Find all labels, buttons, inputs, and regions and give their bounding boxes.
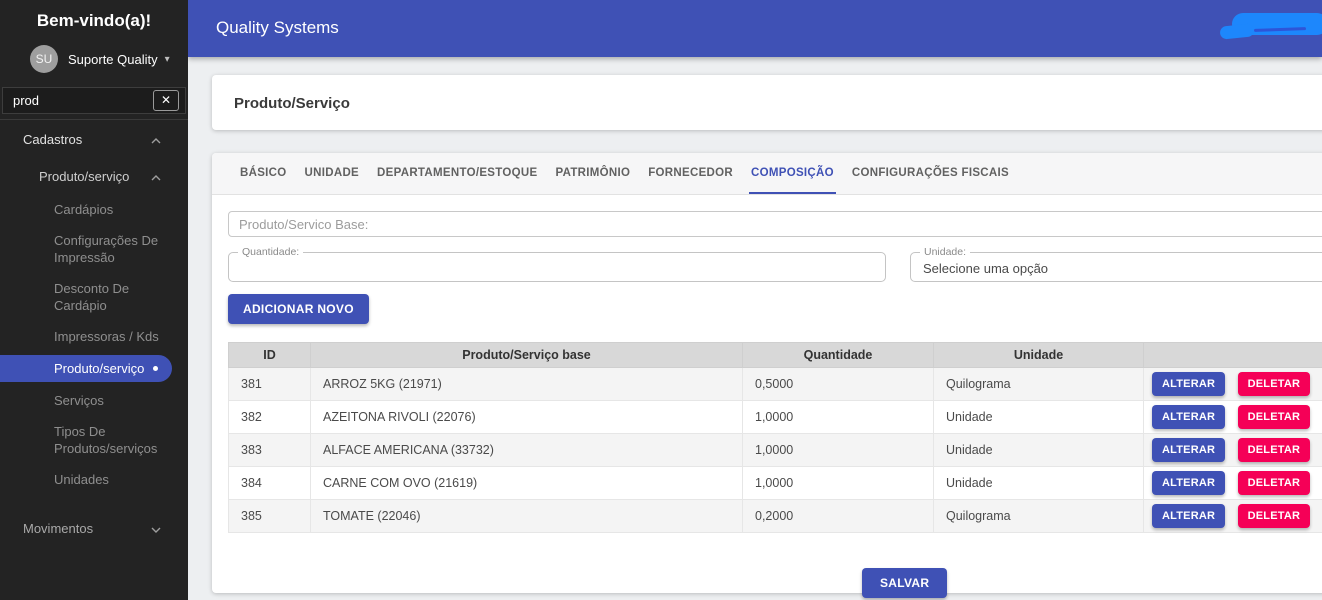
cell-quantidade: 0,2000	[742, 499, 934, 533]
deletar-button[interactable]: DELETAR	[1237, 438, 1311, 462]
table-row: 383 ALFACE AMERICANA (33732) 1,0000 Unid…	[228, 433, 1322, 467]
col-header-actions	[1143, 342, 1322, 368]
tab-patrimonio[interactable]: PATRIMÔNIO	[553, 153, 632, 194]
sidebar-section-movimentos[interactable]: Movimentos	[0, 509, 188, 548]
avatar: SU	[30, 45, 58, 73]
produto-servico-base-input[interactable]	[228, 211, 1322, 237]
sidebar-item-impressoras-kds[interactable]: Impressoras / Kds	[0, 321, 188, 352]
main-area: Produto/Serviço BÁSICO UNIDADE DEPARTAME…	[188, 57, 1322, 600]
cell-produto: ALFACE AMERICANA (33732)	[310, 433, 743, 467]
cell-unidade: Unidade	[933, 400, 1144, 434]
cell-quantidade: 1,0000	[742, 400, 934, 434]
table-row: 384 CARNE COM OVO (21619) 1,0000 Unidade…	[228, 466, 1322, 500]
cell-unidade: Quilograma	[933, 499, 1144, 533]
tab-bar: BÁSICO UNIDADE DEPARTAMENTO/ESTOQUE PATR…	[212, 153, 1322, 195]
redaction-scribble	[1232, 13, 1322, 35]
sidebar-item-desconto-de-cardapio[interactable]: Desconto De Cardápio	[0, 273, 188, 321]
cell-produto: TOMATE (22046)	[310, 499, 743, 533]
group-label: Produto/serviço	[39, 169, 130, 184]
sidebar: Bem-vindo(a)! SU Suporte Quality ▾ ✕ Cad…	[0, 0, 188, 600]
cell-id: 384	[228, 466, 311, 500]
cell-unidade: Unidade	[933, 433, 1144, 467]
clear-search-button[interactable]: ✕	[153, 90, 179, 111]
cell-quantidade: 1,0000	[742, 433, 934, 467]
sidebar-item-unidades[interactable]: Unidades	[0, 464, 188, 495]
table-header-row: ID Produto/Serviço base Quantidade Unida…	[228, 342, 1322, 368]
user-name: Suporte Quality	[68, 51, 158, 67]
chevron-down-icon: ▾	[164, 53, 170, 65]
col-header-quantidade: Quantidade	[742, 342, 934, 368]
deletar-button[interactable]: DELETAR	[1237, 405, 1311, 429]
cell-unidade: Unidade	[933, 466, 1144, 500]
sidebar-item-servicos[interactable]: Serviços	[0, 385, 188, 416]
col-header-unidade: Unidade	[933, 342, 1144, 368]
col-header-id: ID	[228, 342, 311, 368]
tab-configuracoes-fiscais[interactable]: CONFIGURAÇÕES FISCAIS	[850, 153, 1011, 194]
alterar-button[interactable]: ALTERAR	[1152, 471, 1226, 495]
alterar-button[interactable]: ALTERAR	[1152, 504, 1226, 528]
quantidade-label: Quantidade:	[238, 246, 304, 258]
table-row: 382 AZEITONA RIVOLI (22076) 1,0000 Unida…	[228, 400, 1322, 434]
chevron-up-icon	[151, 132, 161, 147]
alterar-button[interactable]: ALTERAR	[1152, 372, 1226, 396]
user-menu[interactable]: SU Suporte Quality ▾	[0, 31, 188, 83]
cell-id: 382	[228, 400, 311, 434]
sidebar-item-tipos-de-produtos-servicos[interactable]: Tipos De Produtos/serviços	[0, 416, 188, 464]
tab-composicao[interactable]: COMPOSIÇÃO	[749, 153, 836, 194]
cell-quantidade: 0,5000	[742, 367, 934, 401]
page-title-card: Produto/Serviço	[212, 75, 1322, 130]
content-card: BÁSICO UNIDADE DEPARTAMENTO/ESTOQUE PATR…	[212, 153, 1322, 598]
chevron-down-icon	[151, 521, 161, 536]
quantidade-input[interactable]	[229, 253, 885, 281]
deletar-button[interactable]: DELETAR	[1237, 504, 1311, 528]
active-item-label: Produto/serviço	[54, 361, 145, 376]
welcome-title: Bem-vindo(a)!	[36, 11, 152, 30]
cell-id: 383	[228, 433, 311, 467]
topbar: Quality Systems	[188, 0, 1322, 57]
cell-produto: ARROZ 5KG (21971)	[310, 367, 743, 401]
tab-basico[interactable]: BÁSICO	[238, 153, 289, 194]
tab-unidade[interactable]: UNIDADE	[303, 153, 362, 194]
tab-departamento-estoque[interactable]: DEPARTAMENTO/ESTOQUE	[375, 153, 539, 194]
cell-produto: CARNE COM OVO (21619)	[310, 466, 743, 500]
active-dot-icon	[153, 366, 158, 371]
section-label: Movimentos	[23, 521, 94, 536]
cell-quantidade: 1,0000	[742, 466, 934, 500]
table-row: 385 TOMATE (22046) 0,2000 Quilograma ALT…	[228, 499, 1322, 533]
chevron-up-icon	[151, 169, 161, 184]
app-title: Quality Systems	[216, 18, 339, 37]
composicao-table: ID Produto/Serviço base Quantidade Unida…	[228, 342, 1322, 533]
table-row: 381 ARROZ 5KG (21971) 0,5000 Quilograma …	[228, 367, 1322, 401]
quantidade-field[interactable]: Quantidade:	[228, 246, 886, 282]
unidade-label: Unidade:	[920, 246, 971, 258]
unidade-selected-value: Selecione uma opção	[923, 261, 1049, 276]
sidebar-item-configuracoes-de-impressao[interactable]: Configurações De Impressão	[0, 225, 188, 273]
cell-id: 381	[228, 367, 311, 401]
cell-unidade: Quilograma	[933, 367, 1144, 401]
page-title: Produto/Serviço	[234, 95, 350, 112]
sidebar-item-produto-servico[interactable]: Produto/serviço	[0, 355, 172, 382]
salvar-button[interactable]: SALVAR	[862, 568, 948, 598]
cell-id: 385	[228, 499, 311, 533]
alterar-button[interactable]: ALTERAR	[1152, 405, 1226, 429]
alterar-button[interactable]: ALTERAR	[1152, 438, 1226, 462]
deletar-button[interactable]: DELETAR	[1237, 471, 1311, 495]
deletar-button[interactable]: DELETAR	[1237, 372, 1311, 396]
adicionar-novo-button[interactable]: ADICIONAR NOVO	[228, 294, 369, 324]
sidebar-section-cadastros[interactable]: Cadastros	[0, 120, 188, 159]
col-header-produto: Produto/Serviço base	[310, 342, 743, 368]
sidebar-item-cardapios[interactable]: Cardápios	[0, 194, 188, 225]
tab-fornecedor[interactable]: FORNECEDOR	[646, 153, 735, 194]
section-label: Cadastros	[23, 132, 83, 147]
sidebar-group-produto-servico[interactable]: Produto/serviço	[0, 159, 188, 194]
cell-produto: AZEITONA RIVOLI (22076)	[310, 400, 743, 434]
unidade-select[interactable]: Unidade: Selecione uma opção	[910, 246, 1322, 282]
